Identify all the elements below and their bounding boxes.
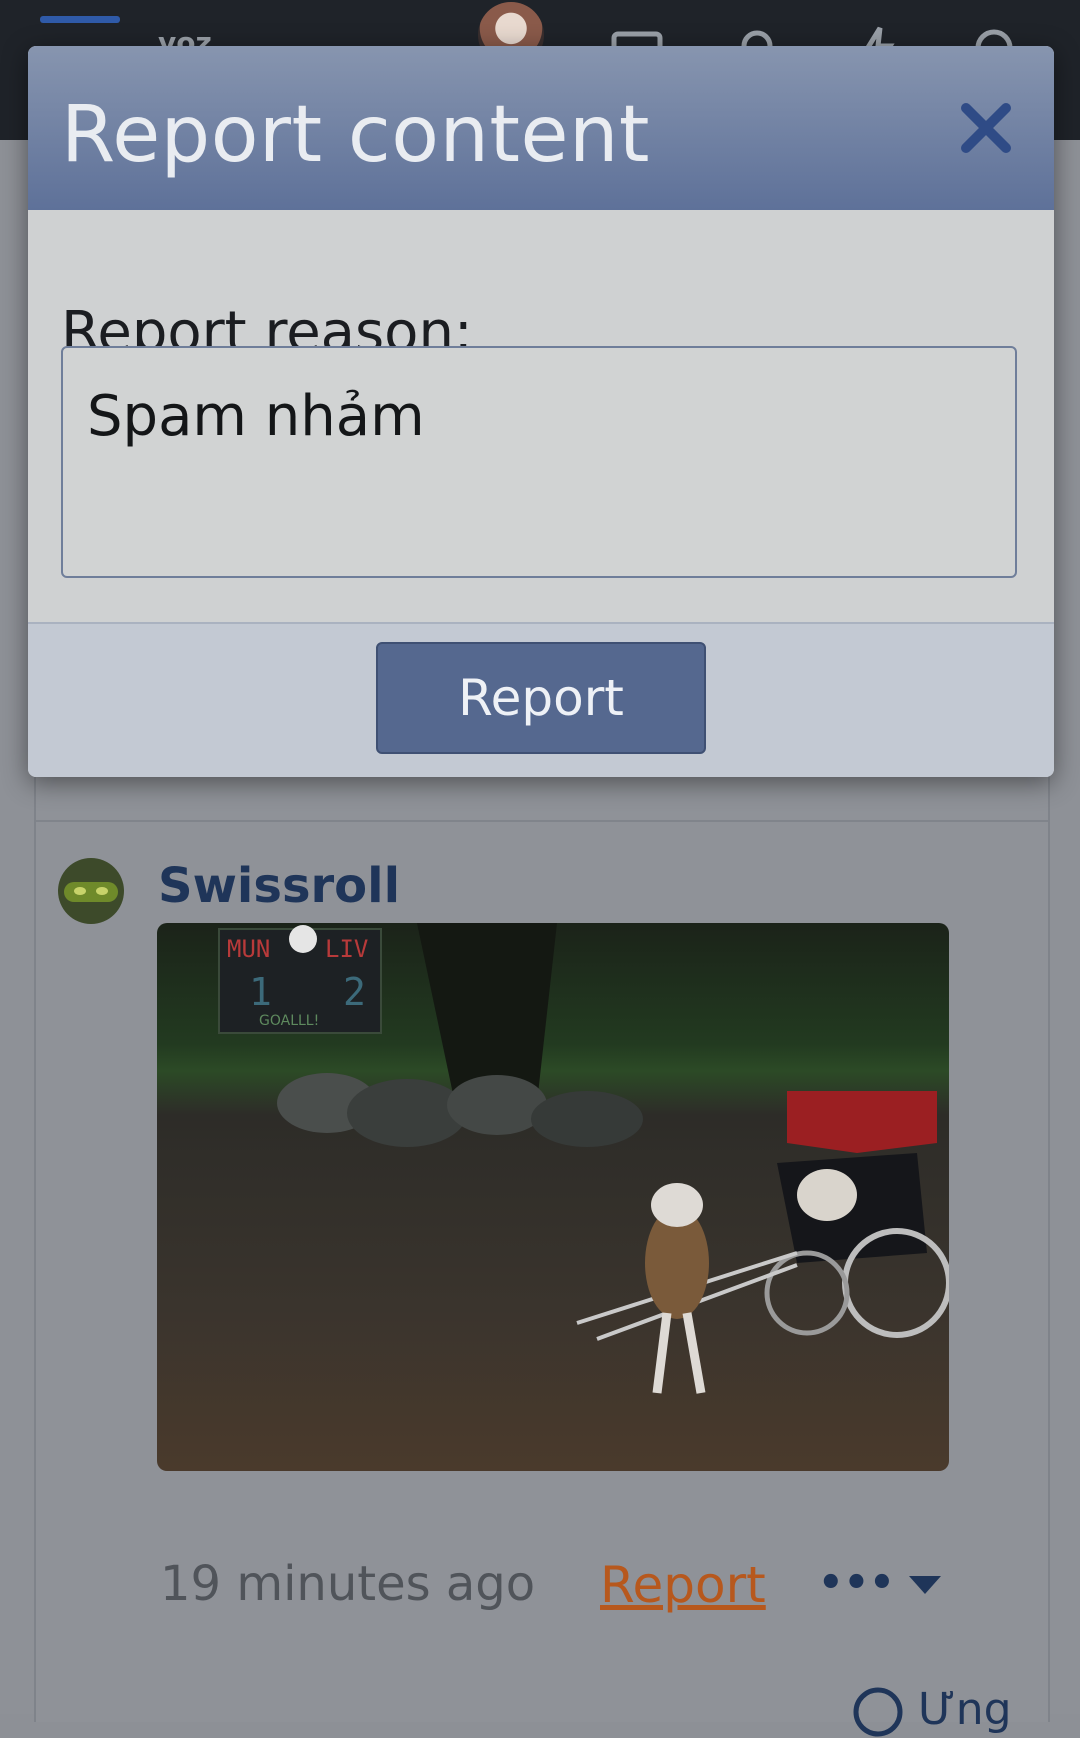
soccer-ball-icon	[289, 925, 317, 953]
avatar-eye	[74, 887, 86, 895]
smile-icon	[853, 1687, 903, 1737]
dialog-body: Report reason: Spam nhảm	[28, 210, 1054, 668]
post-image-illustration: MUN LIV 1 2 GOALLL!	[218, 923, 949, 1394]
menu-icon[interactable]	[40, 16, 120, 23]
scoreboard-home: MUN	[227, 935, 270, 963]
reaction-label: Ưng	[918, 1684, 1012, 1735]
avatar[interactable]	[58, 858, 124, 924]
post-username[interactable]: Swissroll	[158, 858, 400, 914]
more-actions-label: •••	[818, 1560, 895, 1606]
scoreboard-home-score: 1	[249, 970, 272, 1014]
post-report-link[interactable]: Report	[600, 1556, 766, 1614]
post-timestamp[interactable]: 19 minutes ago	[160, 1556, 535, 1612]
dialog-header: Report content	[28, 46, 1054, 210]
report-reason-input[interactable]: Spam nhảm	[61, 346, 1017, 578]
avatar-eye	[96, 887, 108, 895]
avatar-mask	[64, 882, 118, 902]
close-icon[interactable]	[956, 98, 1016, 158]
dialog-footer: Report	[28, 622, 1054, 777]
dialog-title: Report content	[61, 90, 650, 180]
report-submit-button[interactable]: Report	[376, 642, 706, 754]
post-image[interactable]: MUN LIV 1 2 GOALLL!	[157, 923, 949, 1471]
scoreboard-caption: GOALLL!	[259, 1013, 319, 1029]
rickshaw-canopy	[787, 1091, 937, 1153]
more-actions-button[interactable]: •••	[818, 1560, 941, 1606]
post-divider	[36, 820, 1048, 822]
report-content-dialog: Report content Report reason: Spam nhảm …	[28, 46, 1054, 777]
scoreboard-away: LIV	[325, 935, 368, 963]
scoreboard-away-score: 2	[343, 970, 366, 1014]
chevron-down-icon	[908, 1576, 941, 1594]
reaction-button[interactable]: Ưng	[852, 1684, 1012, 1738]
